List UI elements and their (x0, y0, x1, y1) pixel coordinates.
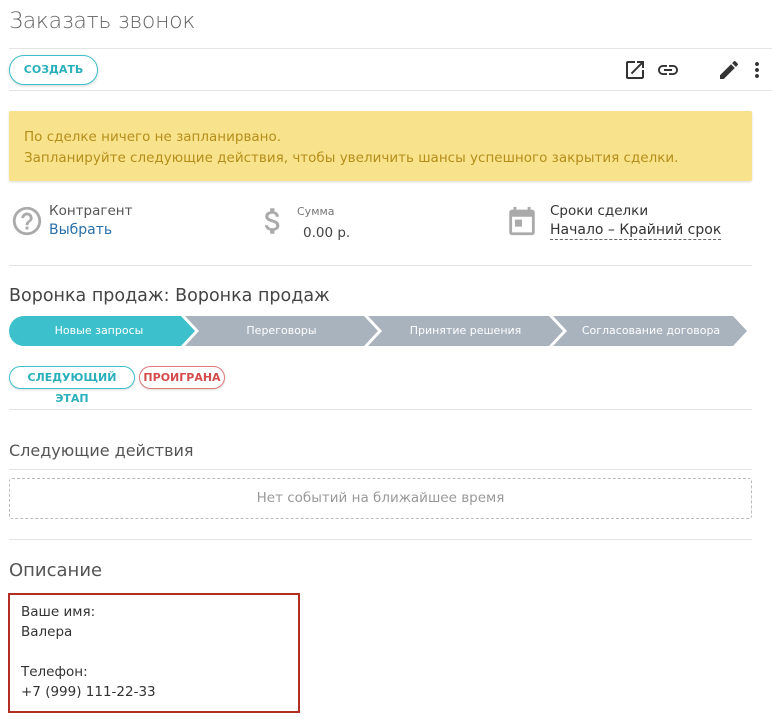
dates-label: Сроки сделки (550, 203, 649, 219)
edit-pencil-icon[interactable] (717, 58, 741, 82)
name-label: Ваше имя: (21, 604, 96, 620)
amount-label: Сумма (297, 205, 335, 218)
next-actions-title: Следующие действия (9, 441, 194, 460)
dollar-icon (256, 204, 290, 238)
link-icon[interactable] (656, 58, 680, 82)
help-circle-icon (10, 204, 44, 238)
page-title: Заказать звонок (9, 9, 196, 34)
phone-label: Телефон: (21, 664, 88, 680)
description-title: Описание (9, 560, 103, 581)
stage-label-contract[interactable]: Согласование договора (567, 316, 735, 346)
no-events-placeholder: Нет событий на ближайшее время (9, 478, 752, 519)
info-divider (9, 265, 752, 266)
contractor-select-link[interactable]: Выбрать (49, 222, 112, 238)
name-value: Валера (21, 624, 73, 640)
no-actions-alert: По сделке ничего не запланирвано. Заплан… (9, 111, 752, 181)
header-divider (9, 48, 772, 49)
dates-range-link[interactable]: Начало – Крайний срок (550, 222, 722, 240)
amount-value: 0.00 р. (303, 225, 351, 241)
alert-line-2: Запланируйте следующие действия, чтобы у… (24, 150, 679, 166)
alert-line-1: По сделке ничего не запланирвано. (24, 129, 282, 145)
lost-button[interactable]: ПРОИГРАНА (139, 366, 225, 389)
more-vertical-icon[interactable] (745, 58, 769, 82)
funnel-title: Воронка продаж: Воронка продаж (9, 286, 330, 306)
contractor-label: Контрагент (49, 203, 133, 219)
next-stage-button[interactable]: СЛЕДУЮЩИЙ ЭТАП (9, 366, 135, 405)
calendar-icon (505, 204, 539, 238)
stage-label-decision[interactable]: Принятие решения (382, 316, 549, 346)
stage-label-new-requests[interactable]: Новые запросы (9, 316, 189, 346)
create-button[interactable]: СОЗДАТЬ (9, 55, 98, 85)
next-actions-divider (9, 469, 752, 470)
funnel-divider (9, 409, 752, 410)
stage-label-negotiations[interactable]: Переговоры (199, 316, 364, 346)
description-box: Ваше имя: Валера Телефон: +7 (999) 111-2… (8, 593, 300, 713)
actions-divider (9, 539, 752, 540)
open-external-icon[interactable] (623, 58, 647, 82)
phone-value: +7 (999) 111-22-33 (21, 684, 156, 700)
funnel-stages: Новые запросы Переговоры Принятие решени… (9, 316, 749, 346)
toolbar-divider (9, 90, 772, 91)
